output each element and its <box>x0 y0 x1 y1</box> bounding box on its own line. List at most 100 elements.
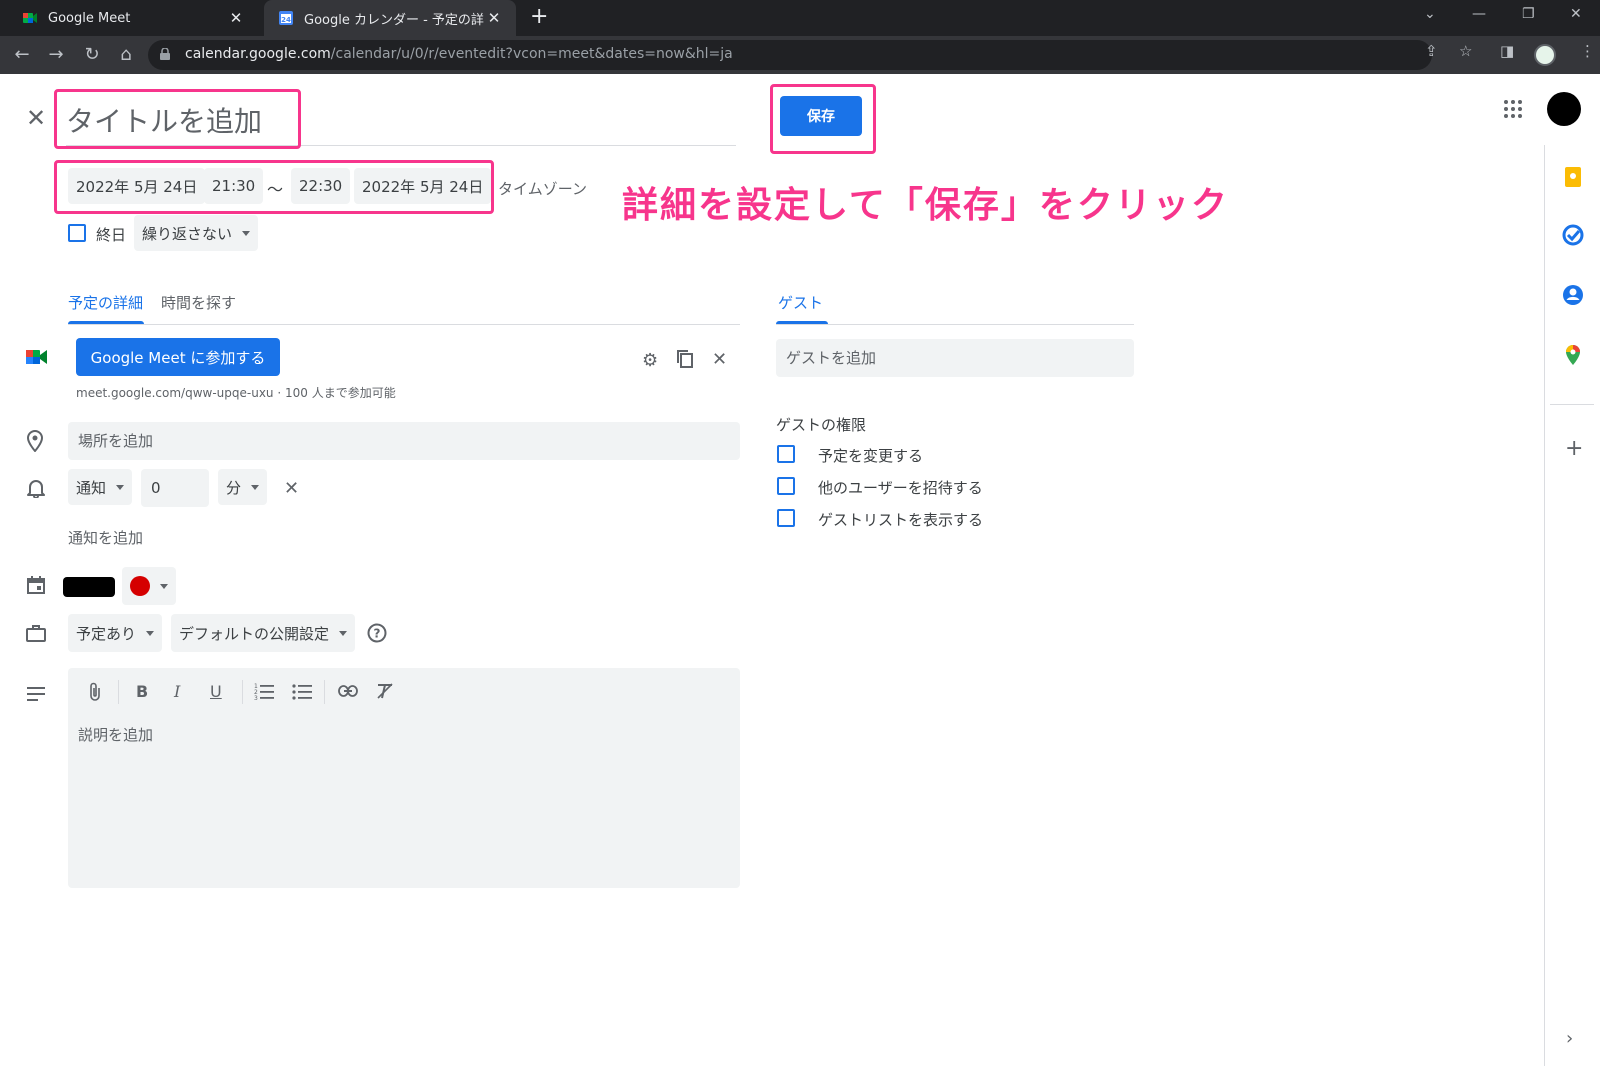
svg-text:?: ? <box>374 627 381 641</box>
notification-unit-label: 分 <box>226 478 242 497</box>
contacts-icon[interactable] <box>1562 284 1584 306</box>
permission-modify-checkbox[interactable] <box>777 445 795 463</box>
bell-icon <box>27 478 45 502</box>
new-tab-icon[interactable]: + <box>530 4 548 29</box>
notification-value-input[interactable] <box>141 469 209 507</box>
caret-down-icon <box>160 583 168 589</box>
side-panel-divider <box>1544 145 1545 1066</box>
calendar-icon <box>27 576 45 598</box>
numbered-list-icon[interactable]: 123 <box>254 682 274 704</box>
notes-icon <box>27 686 45 705</box>
tab-title: Google Meet <box>48 10 131 26</box>
account-avatar[interactable] <box>1547 92 1581 126</box>
notification-type-label: 通知 <box>76 478 107 497</box>
profile-avatar[interactable] <box>1534 44 1556 66</box>
side-panel-separator <box>1550 404 1594 405</box>
availability-dropdown[interactable]: 予定あり <box>68 614 163 652</box>
highlight-save-box <box>770 84 876 154</box>
notification-unit-dropdown[interactable]: 分 <box>218 469 268 505</box>
google-meet-icon <box>22 10 38 26</box>
lock-icon <box>160 48 170 60</box>
remove-notification-icon[interactable]: ✕ <box>284 478 299 499</box>
address-bar[interactable]: calendar.google.com/calendar/u/0/r/event… <box>148 40 1432 70</box>
guest-permissions-title: ゲストの権限 <box>776 416 867 434</box>
tabs-divider <box>68 324 740 325</box>
link-icon[interactable] <box>338 682 358 701</box>
guest-input[interactable] <box>776 339 1134 377</box>
maps-icon[interactable] <box>1562 344 1584 366</box>
chevron-right-icon[interactable]: › <box>1566 1028 1573 1049</box>
italic-icon[interactable]: I <box>174 682 180 701</box>
calendar-owner-redacted <box>63 577 115 597</box>
home-icon[interactable]: ⌂ <box>114 44 138 65</box>
highlight-datetime-box <box>54 160 494 214</box>
add-addon-icon[interactable]: + <box>1565 436 1583 461</box>
repeat-label: 繰り返さない <box>142 224 233 243</box>
copy-icon[interactable] <box>676 349 694 374</box>
menu-icon[interactable]: ⋮ <box>1580 42 1595 60</box>
minimize-icon[interactable]: — <box>1472 6 1486 22</box>
tasks-icon[interactable] <box>1562 224 1584 246</box>
close-icon[interactable]: ✕ <box>226 9 246 27</box>
allday-checkbox[interactable] <box>68 224 86 242</box>
location-pin-icon <box>26 429 44 456</box>
back-icon[interactable]: ← <box>10 44 34 65</box>
google-calendar-icon: 24 <box>278 10 294 26</box>
bold-icon[interactable]: B <box>136 682 148 701</box>
underline-icon[interactable]: U <box>210 682 222 701</box>
chevron-down-icon[interactable]: ⌄ <box>1424 6 1436 22</box>
window-close-icon[interactable]: ✕ <box>1570 6 1582 22</box>
availability-label: 予定あり <box>76 624 137 643</box>
share-icon[interactable]: ⇪ <box>1425 42 1438 60</box>
url-text: calendar.google.com/calendar/u/0/r/event… <box>185 46 733 62</box>
remove-meet-icon[interactable]: ✕ <box>712 349 727 370</box>
help-icon[interactable]: ? <box>367 623 387 647</box>
event-color-dropdown[interactable] <box>122 567 176 605</box>
join-meet-button[interactable]: Google Meet に参加する <box>76 338 280 376</box>
close-icon[interactable]: ✕ <box>484 9 504 27</box>
toolbar-divider <box>242 680 243 704</box>
clear-formatting-icon[interactable] <box>376 682 394 704</box>
notification-type-dropdown[interactable]: 通知 <box>68 469 133 505</box>
browser-tab-bar: Google Meet ✕ 24 Google カレンダー - 予定の詳細 ✕ … <box>0 0 1600 36</box>
side-panel-icon[interactable]: ◨ <box>1500 42 1514 60</box>
apps-grid-icon[interactable] <box>1504 100 1524 120</box>
bulleted-list-icon[interactable] <box>292 682 312 704</box>
allday-label: 終日 <box>96 226 127 244</box>
permission-see-list-checkbox[interactable] <box>777 509 795 527</box>
privacy-dropdown[interactable]: デフォルトの公開設定 <box>171 614 356 652</box>
tab-event-details[interactable]: 予定の詳細 <box>68 292 143 313</box>
permission-invite-label: 他のユーザーを招待する <box>818 479 983 497</box>
caret-down-icon <box>242 230 251 236</box>
caret-down-icon <box>146 630 155 636</box>
tab-google-calendar[interactable]: 24 Google カレンダー - 予定の詳細 ✕ <box>264 0 516 36</box>
location-input[interactable] <box>68 422 740 460</box>
privacy-label: デフォルトの公開設定 <box>179 624 330 643</box>
caret-down-icon <box>251 484 260 490</box>
timezone-link[interactable]: タイムゾーン <box>498 178 587 199</box>
browser-toolbar: ← → ↻ ⌂ calendar.google.com/calendar/u/0… <box>0 36 1600 74</box>
gear-icon[interactable]: ⚙ <box>642 350 658 371</box>
tab-title: Google カレンダー - 予定の詳細 <box>304 12 484 28</box>
repeat-dropdown[interactable]: 繰り返さない <box>134 215 259 251</box>
tab-google-meet[interactable]: Google Meet ✕ <box>8 0 258 36</box>
restore-icon[interactable]: ❐ <box>1522 6 1535 22</box>
caret-down-icon <box>339 630 348 636</box>
add-notification-link[interactable]: 通知を追加 <box>68 527 143 548</box>
tab-guests[interactable]: ゲスト <box>778 292 823 313</box>
description-editor[interactable]: B I U 123 説明を追加 <box>68 668 740 888</box>
close-icon[interactable]: ✕ <box>26 104 46 132</box>
keep-icon[interactable] <box>1562 166 1584 188</box>
permission-invite-checkbox[interactable] <box>777 477 795 495</box>
forward-icon[interactable]: → <box>44 44 68 65</box>
caret-down-icon <box>116 484 125 490</box>
permission-see-list-label: ゲストリストを表示する <box>818 511 984 529</box>
toolbar-divider <box>118 680 119 704</box>
briefcase-icon <box>26 624 46 646</box>
tab-find-time[interactable]: 時間を探す <box>161 292 236 313</box>
svg-text:3: 3 <box>254 695 258 700</box>
attachment-icon[interactable] <box>88 682 102 706</box>
star-icon[interactable]: ☆ <box>1459 42 1472 60</box>
reload-icon[interactable]: ↻ <box>80 44 104 65</box>
permission-modify-label: 予定を変更する <box>818 447 924 465</box>
